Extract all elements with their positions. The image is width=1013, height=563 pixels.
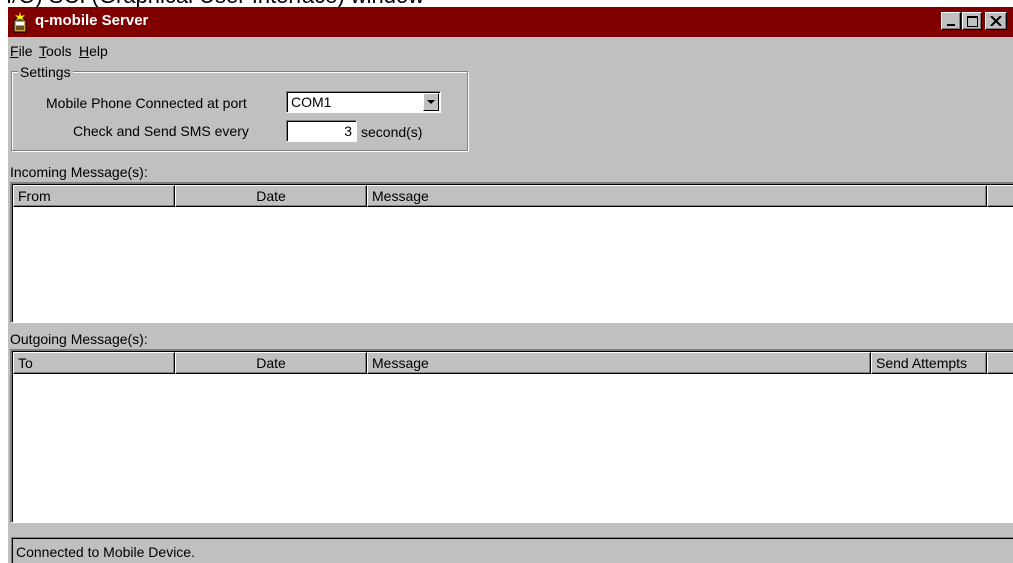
- menu-tools[interactable]: Tools: [39, 43, 72, 59]
- window-title: q-mobile Server: [35, 12, 149, 29]
- outgoing-col-extra[interactable]: [987, 352, 1013, 374]
- menu-file-label: ile: [18, 43, 33, 59]
- menu-help[interactable]: Help: [79, 43, 108, 59]
- app-icon[interactable]: [11, 11, 29, 33]
- menu-tools-label: ools: [46, 43, 72, 59]
- menu-file-accel: F: [10, 43, 19, 59]
- incoming-label: Incoming Message(s):: [10, 164, 148, 180]
- chevron-down-icon[interactable]: [423, 93, 439, 111]
- interval-field[interactable]: 3: [286, 120, 357, 142]
- port-value: COM1: [291, 94, 332, 110]
- menu-help-accel: H: [79, 43, 90, 59]
- status-bar: Connected to Mobile Device.: [11, 537, 1013, 563]
- incoming-list[interactable]: From Date Message: [10, 182, 1013, 323]
- outgoing-label: Outgoing Message(s):: [10, 331, 148, 347]
- menu-file[interactable]: File: [10, 43, 33, 59]
- interval-label: Check and Send SMS every: [73, 123, 249, 139]
- menu-tools-accel: T: [39, 43, 46, 59]
- menu-bar: File Tools Help: [8, 38, 1013, 62]
- port-combobox[interactable]: COM1: [286, 91, 441, 113]
- outgoing-col-send-attempts[interactable]: Send Attempts: [871, 352, 987, 374]
- outgoing-col-to[interactable]: To: [13, 352, 175, 374]
- incoming-col-date[interactable]: Date: [175, 185, 367, 207]
- interval-unit: second(s): [361, 124, 423, 140]
- title-bar[interactable]: q-mobile Server: [8, 7, 1013, 37]
- screen: I/O) SCI (Graphical User Interface) wind…: [0, 0, 1013, 563]
- interval-value: 3: [344, 123, 352, 139]
- incoming-list-header: From Date Message: [13, 185, 1013, 207]
- menu-help-label: elp: [89, 43, 108, 59]
- incoming-col-extra[interactable]: [987, 185, 1013, 207]
- port-label: Mobile Phone Connected at port: [46, 95, 247, 111]
- status-text: Connected to Mobile Device.: [16, 544, 195, 560]
- outgoing-col-message[interactable]: Message: [367, 352, 871, 374]
- outgoing-col-date[interactable]: Date: [175, 352, 367, 374]
- incoming-col-from[interactable]: From: [13, 185, 175, 207]
- outgoing-list-header: To Date Message Send Attempts: [13, 352, 1013, 374]
- close-button[interactable]: [985, 12, 1007, 30]
- settings-group-title: Settings: [18, 64, 73, 80]
- maximize-button[interactable]: [962, 12, 982, 30]
- outgoing-list[interactable]: To Date Message Send Attempts: [10, 349, 1013, 523]
- minimize-button[interactable]: [941, 12, 961, 30]
- close-icon: [990, 16, 1002, 26]
- incoming-col-message[interactable]: Message: [367, 185, 987, 207]
